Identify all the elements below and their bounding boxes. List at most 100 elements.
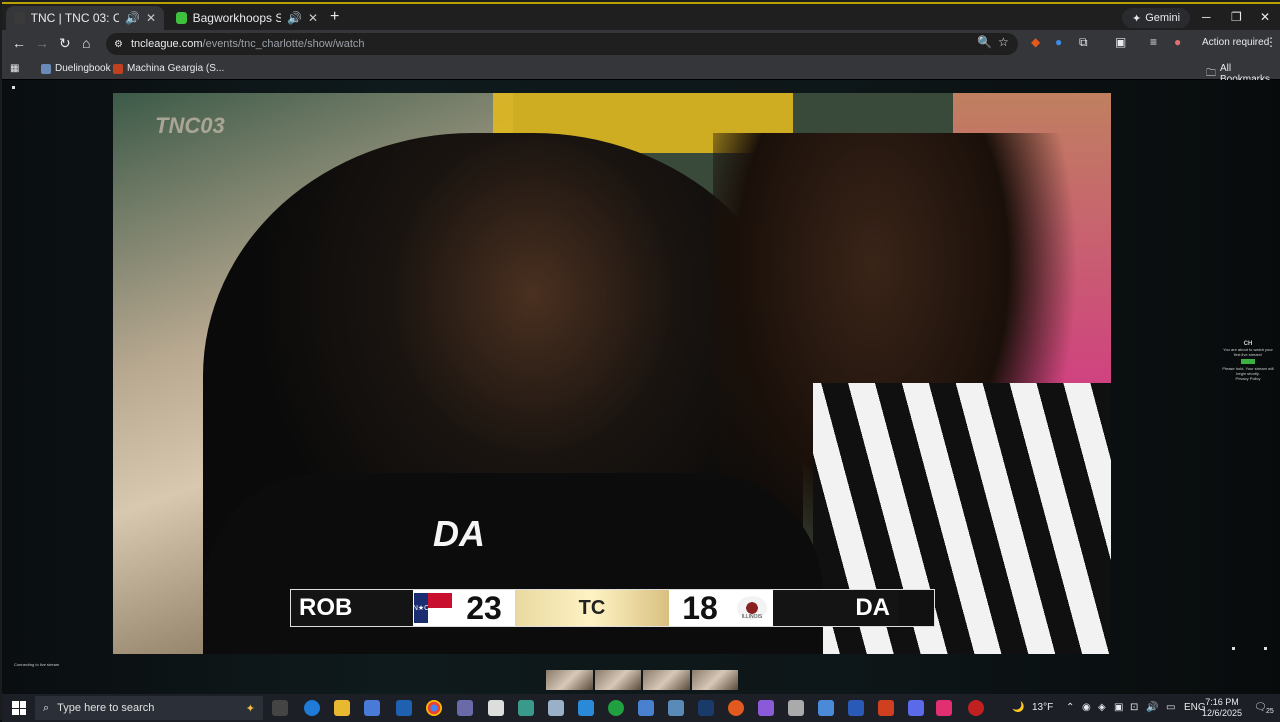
thumbnail[interactable] [546,670,593,690]
calculator-icon[interactable] [548,700,564,716]
thumbnail[interactable] [691,670,738,690]
tray-icon[interactable]: ▣ [1114,702,1123,713]
url-path: /events/tnc_charlotte/show/watch [202,38,365,50]
jersey-logo: DA [433,513,485,554]
speaker-icon[interactable]: 🔊 [125,11,140,25]
tray-icon[interactable]: ◈ [1098,702,1106,713]
privacy-link[interactable]: Privacy Policy [1220,376,1276,381]
gemini-button[interactable]: ✦ Gemini [1122,8,1191,28]
side-notice: CH You are about to watch your first liv… [1220,341,1276,381]
app-icon[interactable] [788,700,804,716]
app-icon[interactable] [668,700,684,716]
tab-title: TNC | TNC 03: Charlotte [30,11,119,25]
notion-icon[interactable] [488,700,504,716]
tab-tnc-charlotte[interactable]: TNC | TNC 03: Charlotte 🔊 ✕ [6,6,164,30]
word-icon[interactable] [848,700,864,716]
screen: TNC | TNC 03: Charlotte 🔊 ✕ Bagworkhoops… [0,0,1280,722]
profile-avatar[interactable]: ● [1174,35,1181,49]
extension-fox-icon[interactable]: ◆ [1031,35,1040,49]
thumbnail[interactable] [643,670,690,690]
nc-flag-icon: N★C [413,590,453,626]
task-view-icon[interactable] [272,700,288,716]
bookmarks-bar: ▦ Duelingbook Machina Geargia (S... 🗀 Al… [2,58,1280,85]
new-tab-button[interactable]: + [330,8,339,26]
app-icon[interactable] [758,700,774,716]
app-icon[interactable] [968,700,984,716]
thumbnail[interactable] [594,670,641,690]
forward-icon[interactable]: → [35,35,49,51]
steam-icon[interactable] [698,700,714,716]
bookmark-machina[interactable]: Machina Geargia (S... [113,63,224,74]
stream-thumbnails [546,670,738,690]
tray-icon[interactable]: ◉ [1082,702,1091,713]
volume-icon[interactable]: 🔊 [1146,702,1158,713]
reading-list-icon[interactable]: ≡ [1150,35,1157,49]
edge-icon[interactable] [304,700,320,716]
tab-strip: TNC | TNC 03: Charlotte 🔊 ✕ Bagworkhoops… [2,2,1280,30]
menu-dots-icon[interactable]: ⋮ [1265,35,1277,49]
nc-flag-letters: N★C [413,593,429,623]
speaker-icon[interactable]: 🔊 [287,11,302,25]
app-icon[interactable] [638,700,654,716]
minimize-icon[interactable]: ─ [1202,10,1211,24]
extension-blue-icon[interactable]: ● [1055,35,1062,49]
app-icon[interactable] [518,700,534,716]
app-icon[interactable] [878,700,894,716]
maximize-icon[interactable]: ❐ [1231,10,1242,24]
taskbar-search[interactable]: ⌕ Type here to search ✦ [35,696,263,720]
extensions-puzzle-icon[interactable]: ⧉ [1079,35,1088,50]
notification-count: 25 [1266,708,1274,715]
tnc-favicon [14,12,25,24]
close-icon[interactable]: ✕ [308,11,318,25]
zoom-icon[interactable]: 🔍 [977,35,992,49]
site-info-icon[interactable]: ⚙ [114,39,123,50]
side-notice-line: Please hold. Your stream will begin shor… [1222,366,1274,376]
mail-icon[interactable] [396,700,412,716]
chevron-up-icon[interactable]: ⌃ [1066,702,1074,713]
close-icon[interactable]: ✕ [146,11,156,25]
clock-date: 12/6/2025 [1202,708,1243,718]
app-icon[interactable] [818,700,834,716]
app-icon[interactable] [578,700,594,716]
notification-icon[interactable]: 🗨 [1254,702,1267,713]
store-icon[interactable] [364,700,380,716]
windows-start-icon[interactable] [12,701,26,715]
reload-icon[interactable]: ↻ [59,35,71,52]
windows-taskbar: ⌕ Type here to search ✦ 🌙 13°F ⌃ ◉ ◈ ▣ ⊡… [2,694,1280,722]
weather-temp[interactable]: 13°F [1032,702,1053,713]
copilot-sparkle-icon: ✦ [245,702,255,715]
tiktok-icon[interactable] [936,700,952,716]
file-explorer-icon[interactable] [334,700,350,716]
away-score: 18 [669,590,731,626]
video-player[interactable]: DA TNC03 ROB N★C 23 TC 18 ILLINOIS DA [113,93,1111,654]
xbox-icon[interactable] [608,700,624,716]
bookmark-star-icon[interactable]: ☆ [998,35,1009,49]
home-icon[interactable]: ⌂ [82,35,90,51]
toolbar: ← → ↻ ⌂ ⚙ tncleague.com /events/tnc_char… [2,30,1280,58]
network-icon[interactable]: ⊡ [1130,702,1138,713]
tab-bagworkhoops[interactable]: Bagworkhoops Stream - W 🔊 ✕ [168,6,326,30]
side-notice-button[interactable] [1241,359,1255,364]
machina-favicon [113,63,123,74]
weather-moon-icon[interactable]: 🌙 [1012,702,1024,713]
gemini-label: Gemini [1145,12,1181,24]
chrome-icon[interactable] [426,700,442,716]
home-team-name: ROB [291,590,413,626]
discord-icon[interactable] [908,700,924,716]
apps-grid-icon[interactable]: ▦ [10,63,19,74]
address-bar[interactable]: ⚙ tncleague.com /events/tnc_charlotte/sh… [106,33,1018,55]
clock[interactable]: 7:16 PM 12/6/2025 [1202,697,1242,719]
battery-icon[interactable]: ▭ [1166,702,1175,713]
app-icon[interactable] [457,700,473,716]
illinois-flag-icon: ILLINOIS [731,590,773,626]
app-icon[interactable] [728,700,744,716]
action-required-button[interactable]: Action required [1202,37,1269,48]
bookmark-duelingbook[interactable]: Duelingbook [41,63,111,74]
tab-search-icon[interactable]: ▣ [1115,35,1126,49]
url-host: tncleague.com [130,38,203,50]
back-icon[interactable]: ← [12,35,26,51]
window-close-icon[interactable]: ✕ [1260,10,1270,24]
tab-title: Bagworkhoops Stream - W [192,11,281,25]
bagworkhoops-favicon [176,12,187,24]
indicator-dot [12,86,15,89]
